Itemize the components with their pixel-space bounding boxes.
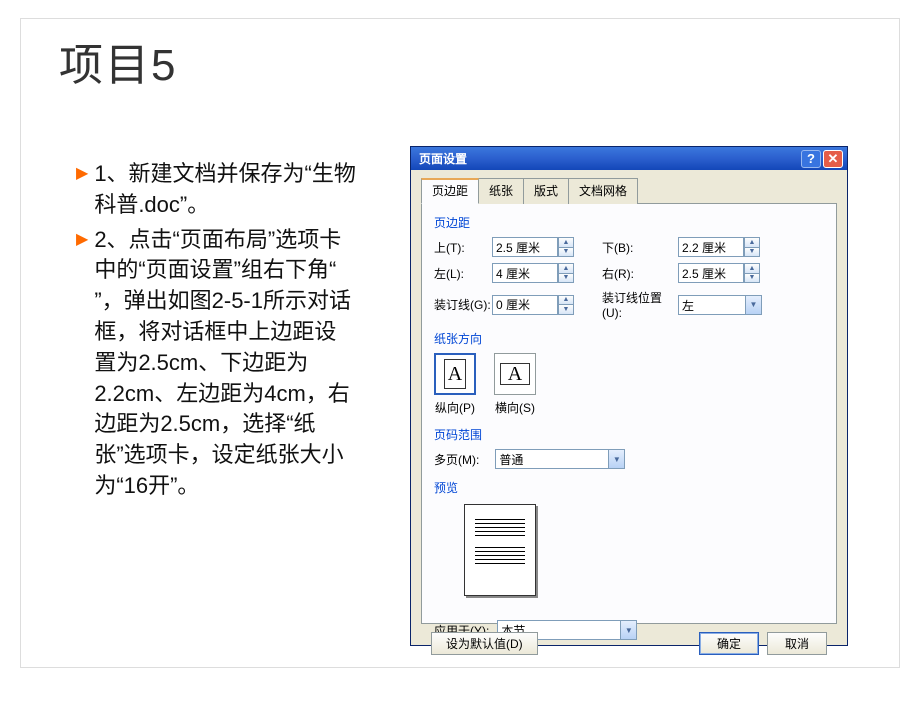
spin-arrows[interactable]: ▲▼: [558, 263, 574, 283]
tab-margins[interactable]: 页边距: [421, 178, 479, 204]
dialog-title: 页面设置: [419, 150, 799, 167]
titlebar: 页面设置 ? ✕: [411, 147, 847, 170]
chevron-down-icon[interactable]: ▼: [746, 295, 762, 315]
spin-arrows[interactable]: ▲▼: [744, 263, 760, 283]
spin-up-icon[interactable]: ▲: [558, 295, 574, 305]
spin-up-icon[interactable]: ▲: [558, 263, 574, 273]
gutter-spinner[interactable]: ▲▼: [492, 295, 576, 315]
margin-left-spinner[interactable]: ▲▼: [492, 263, 576, 283]
spin-down-icon[interactable]: ▼: [558, 247, 574, 258]
spin-down-icon[interactable]: ▼: [558, 304, 574, 315]
tab-docgrid[interactable]: 文档网格: [568, 178, 638, 204]
bullet-icon: ▶: [76, 225, 88, 502]
orientation-landscape[interactable]: A 横向(S): [494, 353, 536, 416]
spin-up-icon[interactable]: ▲: [744, 263, 760, 273]
bullet-text: 1、新建文档并保存为“生物科普.doc”。: [94, 159, 356, 221]
spin-up-icon[interactable]: ▲: [558, 237, 574, 247]
margin-left-input[interactable]: [492, 263, 558, 283]
margin-bottom-label: 下(B):: [602, 239, 678, 256]
preview-page-icon: [464, 504, 536, 596]
preview-group-label: 预览: [434, 479, 824, 496]
landscape-label: 横向(S): [495, 399, 535, 416]
gutter-pos-select[interactable]: 左 ▼: [678, 295, 762, 315]
spin-down-icon[interactable]: ▼: [744, 273, 760, 284]
tab-layout[interactable]: 版式: [523, 178, 569, 204]
margin-bottom-spinner[interactable]: ▲▼: [678, 237, 762, 257]
margin-right-spinner[interactable]: ▲▼: [678, 263, 762, 283]
pages-group-label: 页码范围: [434, 426, 824, 443]
margin-top-input[interactable]: [492, 237, 558, 257]
tabs: 页边距 纸张 版式 文档网格: [421, 178, 837, 204]
bullet-text: 2、点击“页面布局”选项卡中的“页面设置”组右下角“ ”，弹出如图2-5-1所示…: [94, 225, 356, 502]
spin-arrows[interactable]: ▲▼: [558, 237, 574, 257]
landscape-icon: A: [494, 353, 536, 395]
set-default-button[interactable]: 设为默认值(D): [431, 632, 538, 655]
spin-down-icon[interactable]: ▼: [558, 273, 574, 284]
tab-paper[interactable]: 纸张: [478, 178, 524, 204]
spin-up-icon[interactable]: ▲: [744, 237, 760, 247]
margin-bottom-input[interactable]: [678, 237, 744, 257]
multi-pages-select[interactable]: 普通 ▼: [495, 449, 625, 469]
multi-pages-value: 普通: [495, 449, 609, 469]
list-item: ▶ 1、新建文档并保存为“生物科普.doc”。: [76, 159, 356, 221]
margin-top-label: 上(T):: [434, 239, 492, 256]
orientation-group-label: 纸张方向: [434, 330, 824, 347]
help-button[interactable]: ?: [801, 150, 821, 168]
cancel-button[interactable]: 取消: [767, 632, 827, 655]
margin-top-spinner[interactable]: ▲▼: [492, 237, 576, 257]
portrait-label: 纵向(P): [435, 399, 475, 416]
spin-down-icon[interactable]: ▼: [744, 247, 760, 258]
bullet-icon: ▶: [76, 159, 88, 221]
multi-pages-label: 多页(M):: [434, 451, 479, 468]
gutter-pos-value: 左: [678, 295, 746, 315]
gutter-input[interactable]: [492, 295, 558, 315]
page-title: 项目5: [59, 29, 177, 93]
close-button[interactable]: ✕: [823, 150, 843, 168]
list-item: ▶ 2、点击“页面布局”选项卡中的“页面设置”组右下角“ ”，弹出如图2-5-1…: [76, 225, 356, 502]
margin-left-label: 左(L):: [434, 265, 492, 282]
orientation-portrait[interactable]: A 纵向(P): [434, 353, 476, 416]
ok-button[interactable]: 确定: [699, 632, 759, 655]
portrait-icon: A: [434, 353, 476, 395]
margin-right-label: 右(R):: [602, 265, 678, 282]
body-text: ▶ 1、新建文档并保存为“生物科普.doc”。 ▶ 2、点击“页面布局”选项卡中…: [76, 159, 356, 506]
chevron-down-icon[interactable]: ▼: [609, 449, 625, 469]
page-setup-dialog: 页面设置 ? ✕ 页边距 纸张 版式 文档网格 页边距 上(T): ▲▼: [410, 146, 848, 646]
gutter-pos-label: 装订线位置(U):: [602, 289, 678, 320]
spin-arrows[interactable]: ▲▼: [744, 237, 760, 257]
gutter-label: 装订线(G):: [434, 296, 492, 313]
spin-arrows[interactable]: ▲▼: [558, 295, 574, 315]
margin-right-input[interactable]: [678, 263, 744, 283]
chevron-down-icon[interactable]: ▼: [621, 620, 637, 640]
margins-group-label: 页边距: [434, 214, 824, 231]
